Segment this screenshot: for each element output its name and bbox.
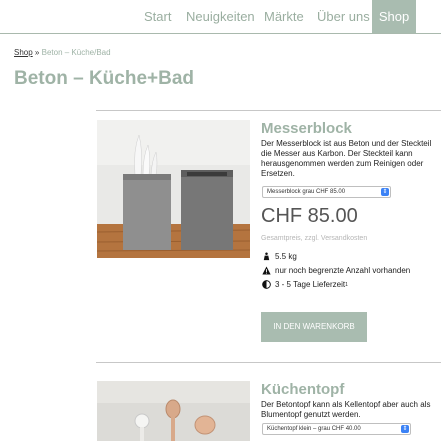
attribute-weight: 5.5 kg [262,252,297,261]
messerblock-photo [97,120,250,258]
nav-item-ueber-uns[interactable]: Über uns [317,0,370,33]
divider-top [96,110,441,111]
weight-value: 5.5 kg [275,252,297,261]
product-title-messerblock[interactable]: Messerblock [261,120,352,137]
attribute-stock: nur noch begrenzte Anzahl vorhanden [262,266,410,275]
variant-select-messerblock[interactable]: Messerblock grau CHF 85.00 ⇕ [262,186,391,198]
breadcrumb-current[interactable]: Beton – Küche/Bad [42,48,111,57]
select-arrows-icon: ⇕ [401,425,409,433]
half-circle-icon [262,280,271,289]
product-image-messerblock[interactable] [97,120,250,258]
product-description-messerblock: Der Messerblock ist aus Beton und der St… [261,139,432,178]
nav-item-maerkte[interactable]: Märkte [264,0,304,33]
delivery-footnote[interactable]: 1 [345,282,348,288]
top-navigation: Start Neuigkeiten Märkte Über uns Shop [0,0,441,34]
product-description-kuechentopf: Der Betontopf kann als Kellentopf aber a… [261,400,431,419]
variant-select-kuechentopf[interactable]: Küchentopf klein – grau CHF 40.00 ⇕ [262,423,411,435]
breadcrumb-shop-link[interactable]: Shop [14,48,33,57]
product-image-kuechentopf[interactable] [97,381,250,441]
nav-item-neuigkeiten[interactable]: Neuigkeiten [186,0,255,33]
divider-middle [96,362,441,363]
add-to-cart-button[interactable]: IN DEN WARENKORB [261,312,367,342]
kuechentopf-photo [97,381,250,441]
breadcrumb: Shop » Beton – Küche/Bad [14,48,111,57]
nav-item-start[interactable]: Start [144,0,171,33]
variant-select-value: Küchentopf klein – grau CHF 40.00 [267,426,361,432]
stock-value: nur noch begrenzte Anzahl vorhanden [275,266,411,275]
weight-icon [263,252,270,261]
warning-icon [262,266,271,275]
product-price-messerblock: CHF 85.00 [261,205,358,227]
breadcrumb-separator: » [34,48,40,57]
price-note: Gesamtpreis, zzgl. Versandkosten [261,235,368,242]
product-title-kuechentopf[interactable]: Küchentopf [261,381,344,398]
delivery-value: 3 - 5 Tage Lieferzeit [275,280,346,289]
nav-item-shop[interactable]: Shop [372,0,416,33]
select-arrows-icon: ⇕ [381,188,389,196]
attribute-delivery: 3 - 5 Tage Lieferzeit 1 [262,280,348,289]
page-title: Beton – Küche+Bad [14,68,195,89]
variant-select-value: Messerblock grau CHF 85.00 [267,189,346,195]
